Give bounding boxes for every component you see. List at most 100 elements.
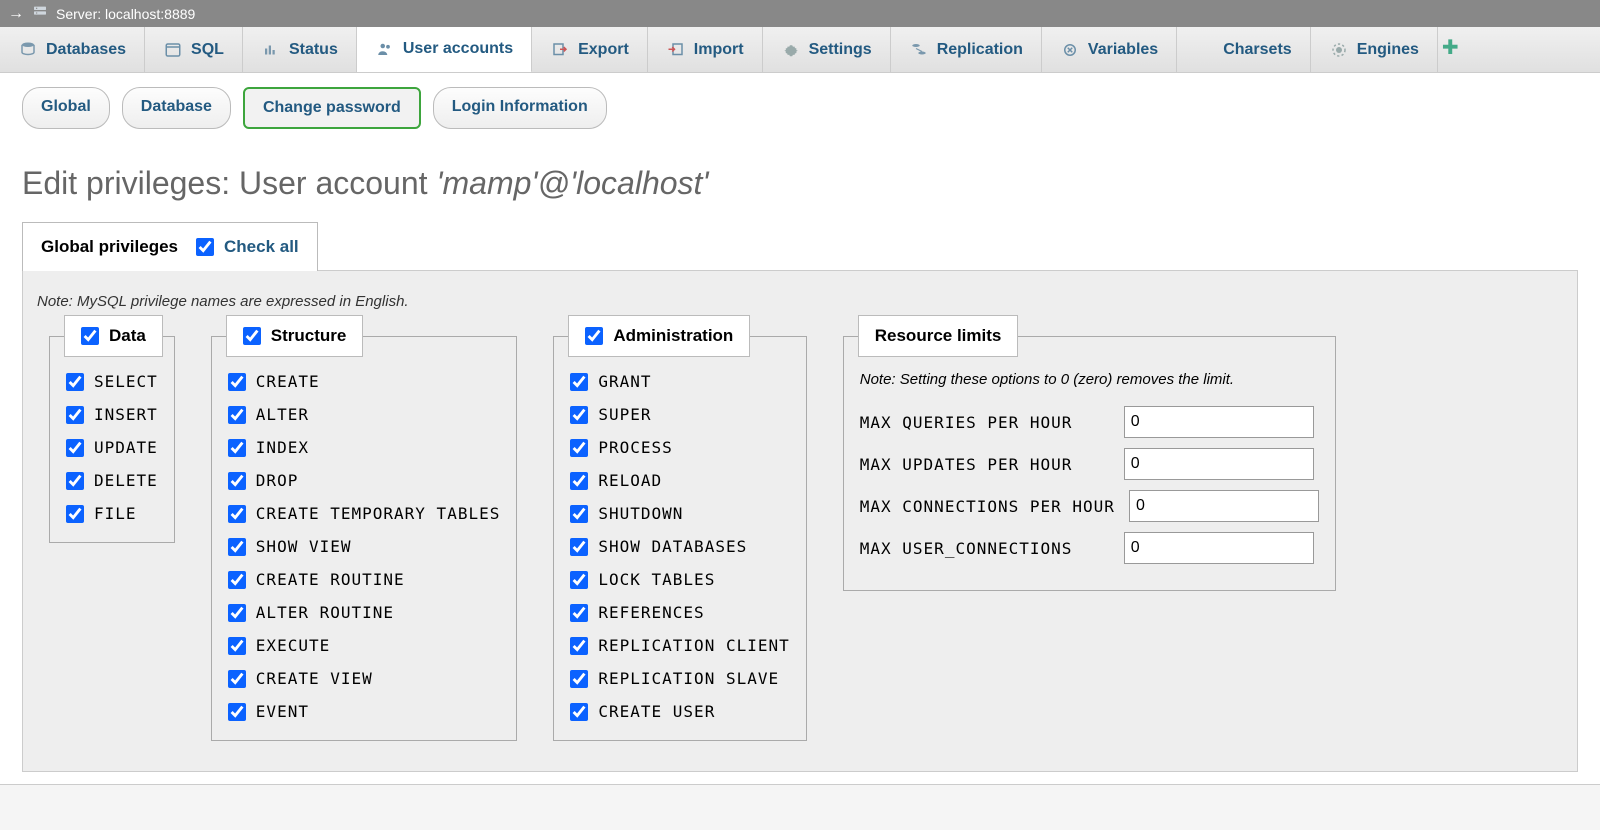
resource-row: MAX UPDATES PER HOUR	[860, 448, 1319, 480]
priv-process[interactable]: PROCESS	[566, 431, 793, 464]
priv-checkbox[interactable]	[66, 373, 84, 391]
priv-select[interactable]: SELECT	[62, 365, 162, 398]
priv-delete[interactable]: DELETE	[62, 464, 162, 497]
priv-checkbox[interactable]	[66, 472, 84, 490]
priv-create[interactable]: CREATE	[224, 365, 505, 398]
tab-import[interactable]: Import	[648, 27, 763, 72]
priv-replication-client[interactable]: REPLICATION CLIENT	[566, 629, 793, 662]
priv-checkbox[interactable]	[570, 538, 588, 556]
priv-checkbox[interactable]	[570, 670, 588, 688]
subtab-global[interactable]: Global	[22, 87, 110, 129]
tab-user-accounts[interactable]: User accounts	[357, 27, 532, 73]
priv-create-user[interactable]: CREATE USER	[566, 695, 793, 728]
structure-group-checkbox[interactable]	[243, 327, 261, 345]
priv-replication-slave[interactable]: REPLICATION SLAVE	[566, 662, 793, 695]
priv-checkbox[interactable]	[570, 472, 588, 490]
priv-checkbox[interactable]	[228, 571, 246, 589]
plugin-icon[interactable]: ✚	[1438, 27, 1463, 72]
resource-input[interactable]	[1124, 406, 1314, 438]
resource-input[interactable]	[1124, 448, 1314, 480]
priv-checkbox[interactable]	[228, 670, 246, 688]
subtab-change-password[interactable]: Change password	[243, 87, 421, 129]
priv-label: GRANT	[598, 372, 651, 391]
structure-items: CREATEALTER INDEX DROPCREATE TEMPORARY TAB…	[224, 365, 505, 728]
priv-file[interactable]: FILE	[62, 497, 162, 530]
priv-create-routine[interactable]: CREATE ROUTINE	[224, 563, 505, 596]
priv-execute[interactable]: EXECUTE	[224, 629, 505, 662]
priv-checkbox[interactable]	[570, 406, 588, 424]
resource-label: MAX UPDATES PER HOUR	[860, 455, 1110, 474]
resource-input[interactable]	[1124, 532, 1314, 564]
tab-engines[interactable]: Engines	[1311, 27, 1438, 72]
priv-alter-routine[interactable]: ALTER ROUTINE	[224, 596, 505, 629]
priv-update[interactable]: UPDATE	[62, 431, 162, 464]
priv-checkbox[interactable]	[570, 604, 588, 622]
check-all-checkbox[interactable]	[196, 238, 214, 256]
priv-references[interactable]: REFERENCES	[566, 596, 793, 629]
global-privileges-label: Global privileges	[41, 237, 178, 257]
priv-checkbox[interactable]	[228, 406, 246, 424]
priv-alter[interactable]: ALTER	[224, 398, 505, 431]
priv-grant[interactable]: GRANT	[566, 365, 793, 398]
priv-checkbox[interactable]	[228, 637, 246, 655]
resource-label: MAX USER_CONNECTIONS	[860, 539, 1110, 558]
priv-checkbox[interactable]	[66, 439, 84, 457]
priv-label: INDEX	[256, 438, 309, 457]
priv-label: EVENT	[256, 702, 309, 721]
subtab-login-information[interactable]: Login Information	[433, 87, 607, 129]
priv-label: LOCK TABLES	[598, 570, 715, 589]
priv-checkbox[interactable]	[66, 406, 84, 424]
check-all-toggle[interactable]: Check all	[196, 237, 299, 257]
priv-checkbox[interactable]	[66, 505, 84, 523]
charsets-icon	[1195, 40, 1215, 60]
priv-checkbox[interactable]	[228, 604, 246, 622]
data-group-checkbox[interactable]	[81, 327, 99, 345]
priv-checkbox[interactable]	[228, 538, 246, 556]
replication-icon	[909, 40, 929, 60]
engines-icon	[1329, 40, 1349, 60]
priv-insert[interactable]: INSERT	[62, 398, 162, 431]
priv-shutdown[interactable]: SHUTDOWN	[566, 497, 793, 530]
priv-reload[interactable]: RELOAD	[566, 464, 793, 497]
priv-checkbox[interactable]	[570, 373, 588, 391]
priv-checkbox[interactable]	[570, 637, 588, 655]
priv-checkbox[interactable]	[228, 439, 246, 457]
priv-event[interactable]: EVENT	[224, 695, 505, 728]
tab-sql[interactable]: SQL	[145, 27, 243, 72]
priv-checkbox[interactable]	[570, 439, 588, 457]
tab-replication[interactable]: Replication	[891, 27, 1042, 72]
legend-resource: Resource limits	[858, 315, 1019, 357]
legend-data[interactable]: Data	[64, 315, 163, 357]
priv-checkbox[interactable]	[228, 472, 246, 490]
priv-show-view[interactable]: SHOW VIEW	[224, 530, 505, 563]
tab-variables[interactable]: Variables	[1042, 27, 1177, 72]
priv-checkbox[interactable]	[228, 703, 246, 721]
priv-lock-tables[interactable]: LOCK TABLES	[566, 563, 793, 596]
administration-items: GRANT SUPERPROCESSRELOADSHUTDOWNSHOW DATA…	[566, 365, 793, 728]
administration-group-checkbox[interactable]	[585, 327, 603, 345]
tab-databases[interactable]: Databases	[0, 27, 145, 72]
legend-administration[interactable]: Administration	[568, 315, 750, 357]
subtab-database[interactable]: Database	[122, 87, 231, 129]
collapse-arrow-icon[interactable]: →	[8, 5, 24, 23]
priv-index[interactable]: INDEX	[224, 431, 505, 464]
tab-export[interactable]: Export	[532, 27, 648, 72]
priv-checkbox[interactable]	[570, 571, 588, 589]
priv-create-view[interactable]: CREATE VIEW	[224, 662, 505, 695]
tab-charsets[interactable]: Charsets	[1177, 27, 1310, 72]
tab-status[interactable]: Status	[243, 27, 357, 72]
resource-input[interactable]	[1129, 490, 1319, 522]
priv-show-databases[interactable]: SHOW DATABASES	[566, 530, 793, 563]
priv-checkbox[interactable]	[570, 505, 588, 523]
priv-super[interactable]: SUPER	[566, 398, 793, 431]
priv-checkbox[interactable]	[228, 373, 246, 391]
priv-checkbox[interactable]	[228, 505, 246, 523]
priv-label: REFERENCES	[598, 603, 704, 622]
sub-tabs: Global Database Change password Login In…	[0, 73, 1600, 143]
tab-settings[interactable]: Settings	[763, 27, 891, 72]
priv-drop[interactable]: DROP	[224, 464, 505, 497]
priv-checkbox[interactable]	[570, 703, 588, 721]
legend-structure[interactable]: Structure	[226, 315, 364, 357]
export-icon	[550, 40, 570, 60]
priv-create-temporary-tables[interactable]: CREATE TEMPORARY TABLES	[224, 497, 505, 530]
